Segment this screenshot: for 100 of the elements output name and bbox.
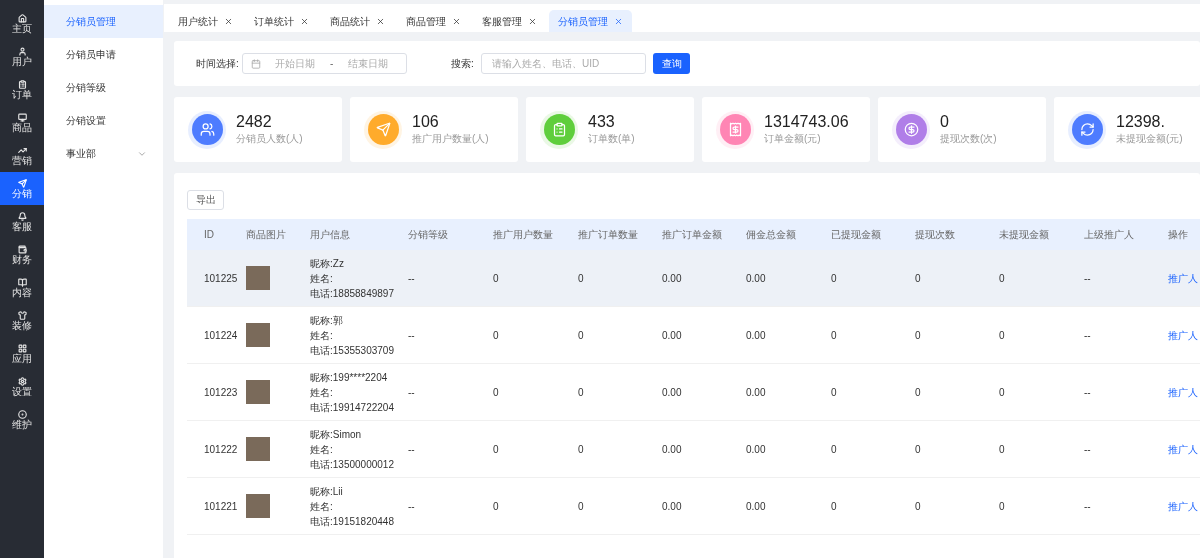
table-cell-text: --: [1084, 271, 1092, 286]
nav-item[interactable]: 维护: [0, 403, 44, 436]
shirt-icon: [17, 310, 27, 320]
export-button[interactable]: 导出: [187, 189, 224, 210]
close-icon[interactable]: [614, 16, 623, 26]
table-cell-text: --: [1084, 328, 1092, 343]
table-cell-text: 0: [493, 271, 500, 286]
table-cell-text: 0: [915, 271, 922, 286]
paper-plane-icon: [375, 122, 391, 137]
stat-label: 未提现金额(元): [1116, 132, 1183, 146]
column-header: 操作: [1168, 228, 1189, 242]
nav-item[interactable]: 设置: [0, 370, 44, 403]
close-icon[interactable]: [528, 16, 537, 26]
nav-item[interactable]: 订单: [0, 73, 44, 106]
table-cell-text: 0: [999, 499, 1006, 514]
close-icon[interactable]: [376, 16, 385, 26]
chart-icon: [17, 145, 27, 155]
table-cell-text: 0.00: [662, 328, 683, 343]
stat-value: 2482: [236, 113, 273, 131]
nav-item[interactable]: 商品: [0, 106, 44, 139]
stat-value: 433: [588, 113, 616, 131]
receipt-icon: [727, 122, 743, 137]
table-cell-text: 0: [578, 385, 585, 400]
phone-text: 电话:18858849897: [310, 286, 395, 301]
table-cell-text: 0: [493, 328, 500, 343]
name-text: 姓名:: [310, 328, 334, 343]
table-cell-text: 0: [915, 499, 922, 514]
table-cell-text: 101222: [204, 442, 239, 457]
column-header: 分销等级: [408, 228, 449, 242]
submenu-item[interactable]: 分销等级: [44, 71, 163, 104]
users-icon: [199, 122, 215, 137]
table-cell-text: 0: [915, 442, 922, 457]
nav-item[interactable]: 内容: [0, 271, 44, 304]
photo-placeholder: [246, 266, 270, 290]
nav-item[interactable]: 财务: [0, 238, 44, 271]
page-tab[interactable]: 商品统计: [321, 10, 394, 32]
column-header: 提现次数: [915, 228, 956, 242]
table-cell-text: 0.00: [662, 499, 683, 514]
table-cell-text: 0.00: [746, 385, 767, 400]
nickname-text: 昵称:Zz: [310, 256, 345, 271]
settings-icon: [17, 376, 27, 386]
table-cell-text: 0: [831, 499, 838, 514]
paper-plane-icon: [17, 178, 27, 188]
submenu-item[interactable]: 分销设置: [44, 104, 163, 137]
photo-placeholder: [246, 494, 270, 518]
close-icon[interactable]: [300, 16, 309, 26]
page-tab[interactable]: 客服管理: [473, 10, 546, 32]
column-header: 已提现金额: [831, 228, 882, 242]
submenu-item[interactable]: 分销员申请: [44, 38, 163, 71]
table-cell-text: 0: [915, 385, 922, 400]
table-cell-text: 0.00: [746, 328, 767, 343]
table-cell-text: 0: [999, 328, 1006, 343]
query-button[interactable]: 查询: [653, 53, 690, 74]
phone-text: 电话:19914722204: [310, 400, 395, 415]
table-cell-text: 0.00: [662, 271, 683, 286]
column-header: ID: [204, 228, 215, 242]
nickname-text: 昵称:郭: [310, 313, 344, 328]
page-tab[interactable]: 用户统计: [169, 10, 242, 32]
promoter-link[interactable]: 推广人: [1168, 441, 1200, 457]
nav-item[interactable]: 用户: [0, 40, 44, 73]
photo-placeholder: [246, 323, 270, 347]
column-header: 商品图片: [246, 228, 287, 242]
date-separator: -: [330, 57, 334, 71]
page-tab[interactable]: 分销员管理: [549, 10, 632, 32]
search-field[interactable]: 请输入姓名、电话、UID: [481, 53, 646, 74]
nav-item[interactable]: 营销: [0, 139, 44, 172]
promoter-link[interactable]: 推广人: [1168, 498, 1200, 514]
nickname-text: 昵称:199****2204: [310, 370, 389, 385]
coin-icon: [903, 122, 919, 137]
nav-item[interactable]: 分销: [0, 172, 44, 205]
date-range-field[interactable]: 开始日期 - 结束日期: [242, 53, 407, 74]
table-cell-text: --: [408, 271, 416, 286]
column-header: 未提现金额: [999, 228, 1050, 242]
submenu-item[interactable]: 事业部: [44, 137, 163, 170]
submenu-item[interactable]: 分销员管理: [44, 5, 163, 38]
wallet-icon: [17, 244, 27, 254]
nav-item[interactable]: 客服: [0, 205, 44, 238]
page-tab[interactable]: 订单统计: [245, 10, 318, 32]
user-icon: [17, 46, 27, 56]
page-tab[interactable]: 商品管理: [397, 10, 470, 32]
close-icon[interactable]: [224, 16, 233, 26]
close-icon[interactable]: [452, 16, 461, 26]
nav-item[interactable]: 应用: [0, 337, 44, 370]
monitor-icon: [17, 112, 27, 122]
search-label: 搜索:: [451, 57, 475, 71]
nav-item[interactable]: 装修: [0, 304, 44, 337]
table-cell-text: 0.00: [662, 442, 683, 457]
stat-label: 分销员人数(人): [236, 132, 303, 146]
table-cell-text: 101221: [204, 499, 239, 514]
promoter-link[interactable]: 推广人: [1168, 327, 1200, 343]
filter-label: 时间选择:: [196, 57, 240, 71]
nav-item[interactable]: 主页: [0, 7, 44, 40]
table-cell-text: 0: [999, 271, 1006, 286]
promoter-link[interactable]: 推广人: [1168, 384, 1200, 400]
home-icon: [17, 13, 27, 23]
circle-icon: [17, 409, 27, 419]
nickname-text: 昵称:Lii: [310, 484, 344, 499]
table-cell-text: 0: [831, 271, 838, 286]
stat-label: 提现次数(次): [940, 132, 997, 146]
promoter-link[interactable]: 推广人: [1168, 270, 1200, 286]
